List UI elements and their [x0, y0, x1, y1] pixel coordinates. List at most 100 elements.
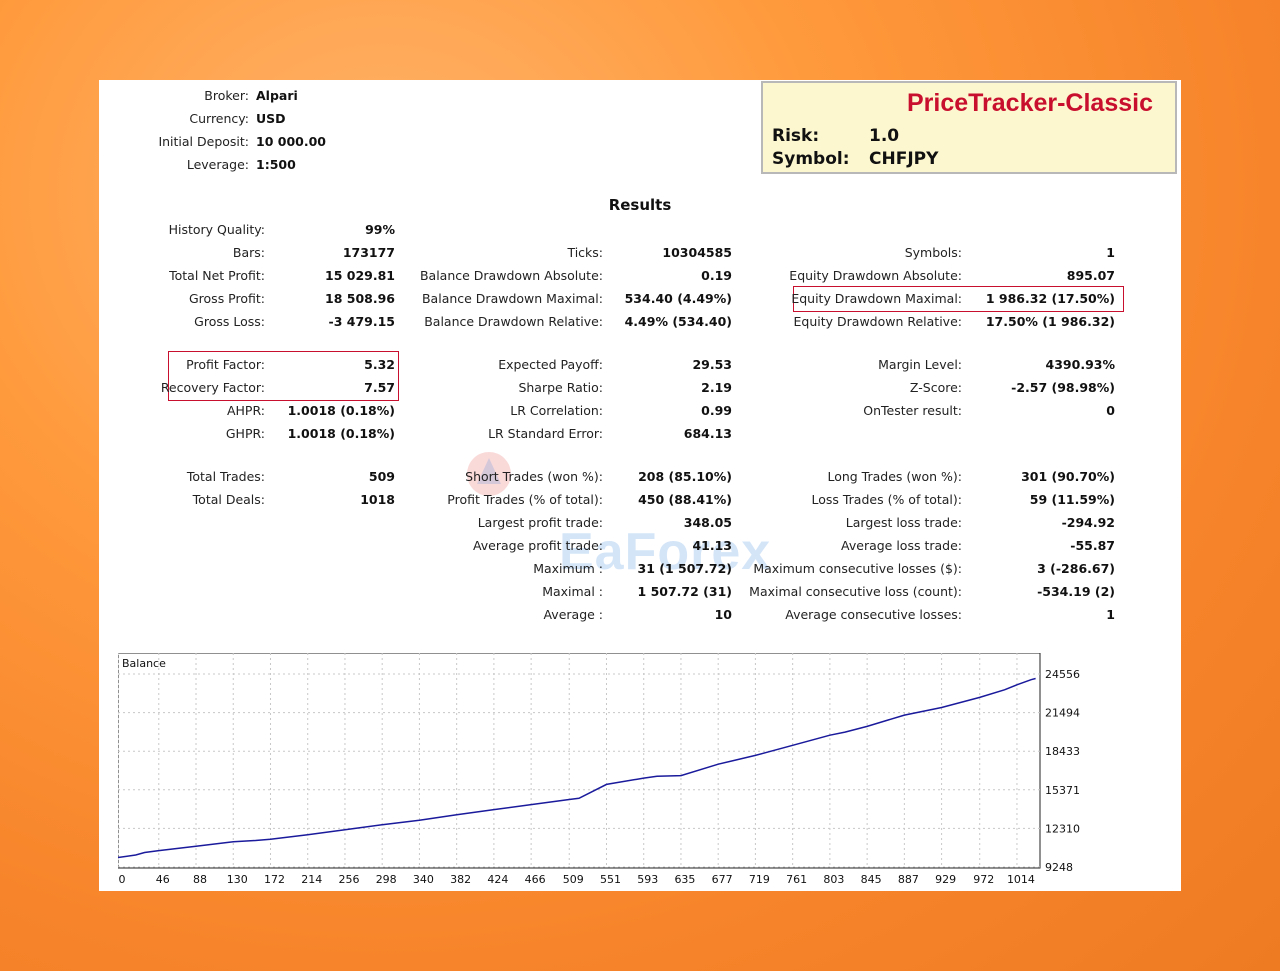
short-trades-value: 208 (85.10%): [638, 469, 732, 484]
ea-info-box: PriceTracker-Classic Risk: 1.0 Symbol: C…: [761, 81, 1177, 174]
strategy-tester-report: Broker: Alpari Currency: USD Initial Dep…: [99, 80, 1181, 891]
recovery-factor-label: Recovery Factor:: [160, 380, 265, 395]
x-tick-label: 466: [525, 873, 546, 886]
x-tick-label: 46: [156, 873, 170, 886]
ahpr-label: AHPR:: [226, 403, 265, 418]
x-tick-label: 340: [413, 873, 434, 886]
x-tick-label: 214: [301, 873, 322, 886]
balance-dd-relative-label: Balance Drawdown Relative:: [424, 314, 603, 329]
average-profit-trade-value: 41.13: [692, 538, 732, 553]
history-quality-label: History Quality:: [168, 222, 265, 237]
short-trades-label: Short Trades (won %):: [465, 469, 603, 484]
long-trades-label: Long Trades (won %):: [827, 469, 962, 484]
net-profit-label: Total Net Profit:: [169, 268, 265, 283]
margin-level-value: 4390.93%: [1045, 357, 1115, 372]
chart-title: Balance: [122, 657, 166, 670]
average-profit-trade-label: Average profit trade:: [472, 538, 603, 553]
x-tick-label: 887: [898, 873, 919, 886]
y-tick-label: 12310: [1045, 822, 1080, 835]
balance-dd-maximal-label: Balance Drawdown Maximal:: [421, 291, 603, 306]
expected-payoff-label: Expected Payoff:: [498, 357, 603, 372]
balance-dd-maximal-value: 534.40 (4.49%): [624, 291, 732, 306]
expected-payoff-value: 29.53: [692, 357, 732, 372]
gross-profit-label: Gross Profit:: [188, 291, 265, 306]
leverage-value: 1:500: [256, 157, 296, 172]
ghpr-value: 1.0018 (0.18%): [287, 426, 395, 441]
equity-dd-absolute-value: 895.07: [1066, 268, 1115, 283]
total-trades-label: Total Trades:: [186, 469, 265, 484]
lr-correlation-label: LR Correlation:: [510, 403, 603, 418]
x-tick-label: 0: [119, 873, 126, 886]
broker-value: Alpari: [256, 88, 298, 103]
symbols-value: 1: [1106, 245, 1115, 260]
maximal-consecutive-profit-label: Maximal :: [542, 584, 603, 599]
profit-factor-value: 5.32: [364, 357, 395, 372]
ticks-value: 10304585: [662, 245, 732, 260]
max-consecutive-losses-value: 3 (-286.67): [1037, 561, 1115, 576]
x-tick-label: 803: [823, 873, 844, 886]
largest-loss-trade-value: -294.92: [1061, 515, 1115, 530]
z-score-value: -2.57 (98.98%): [1011, 380, 1115, 395]
currency-label: Currency:: [189, 111, 249, 126]
leverage-label: Leverage:: [186, 157, 249, 172]
maximum-consecutive-wins-label: Maximum :: [533, 561, 603, 576]
equity-dd-maximal-value: 1 986.32 (17.50%): [985, 291, 1115, 306]
x-tick-label: 88: [193, 873, 207, 886]
initial-deposit-value: 10 000.00: [256, 134, 326, 149]
largest-loss-trade-label: Largest loss trade:: [845, 515, 962, 530]
max-consecutive-losses-label: Maximum consecutive losses ($):: [753, 561, 962, 576]
ghpr-label: GHPR:: [225, 426, 265, 441]
maximum-consecutive-wins-value: 31 (1 507.72): [637, 561, 732, 576]
largest-profit-trade-value: 348.05: [683, 515, 732, 530]
initial-deposit-label: Initial Deposit:: [158, 134, 249, 149]
balance-dd-absolute-value: 0.19: [701, 268, 732, 283]
long-trades-value: 301 (90.70%): [1021, 469, 1115, 484]
x-tick-label: 298: [376, 873, 397, 886]
average-consecutive-wins-label: Average :: [543, 607, 603, 622]
lr-standard-error-label: LR Standard Error:: [488, 426, 603, 441]
currency-value: USD: [256, 111, 286, 126]
broker-label: Broker:: [204, 88, 249, 103]
recovery-factor-value: 7.57: [364, 380, 395, 395]
x-tick-label: 677: [712, 873, 733, 886]
ticks-label: Ticks:: [567, 245, 603, 260]
loss-trades-value: 59 (11.59%): [1029, 492, 1115, 507]
lr-correlation-value: 0.99: [701, 403, 732, 418]
x-tick-label: 761: [786, 873, 807, 886]
x-tick-label: 845: [861, 873, 882, 886]
ahpr-value: 1.0018 (0.18%): [287, 403, 395, 418]
equity-dd-absolute-label: Equity Drawdown Absolute:: [789, 268, 962, 283]
profit-trades-value: 450 (88.41%): [638, 492, 732, 507]
x-tick-label: 130: [227, 873, 248, 886]
gross-loss-value: -3 479.15: [328, 314, 395, 329]
ontester-result-label: OnTester result:: [863, 403, 962, 418]
maximal-consecutive-profit-value: 1 507.72 (31): [637, 584, 732, 599]
equity-dd-maximal-label: Equity Drawdown Maximal:: [791, 291, 962, 306]
loss-trades-label: Loss Trades (% of total):: [811, 492, 962, 507]
x-tick-label: 1014: [1007, 873, 1035, 886]
bars-value: 173177: [342, 245, 395, 260]
y-tick-label: 24556: [1045, 668, 1080, 681]
ea-name: PriceTracker-Classic: [906, 89, 1153, 117]
results-title: Results: [608, 196, 672, 214]
balance-dd-relative-value: 4.49% (534.40): [624, 314, 732, 329]
total-deals-label: Total Deals:: [192, 492, 265, 507]
margin-level-label: Margin Level:: [878, 357, 962, 372]
lr-standard-error-value: 684.13: [683, 426, 732, 441]
symbol-value: CHFJPY: [869, 149, 939, 169]
z-score-label: Z-Score:: [909, 380, 962, 395]
history-quality-value: 99%: [365, 222, 395, 237]
average-loss-trade-value: -55.87: [1070, 538, 1115, 553]
x-tick-label: 256: [338, 873, 359, 886]
x-tick-label: 172: [264, 873, 285, 886]
x-tick-label: 551: [600, 873, 621, 886]
bars-label: Bars:: [232, 245, 265, 260]
risk-value: 1.0: [869, 126, 900, 146]
ontester-result-value: 0: [1106, 403, 1115, 418]
profit-factor-label: Profit Factor:: [186, 357, 265, 372]
x-tick-label: 929: [935, 873, 956, 886]
symbols-label: Symbols:: [904, 245, 962, 260]
average-consecutive-losses-label: Average consecutive losses:: [785, 607, 962, 622]
x-tick-label: 719: [749, 873, 770, 886]
equity-dd-relative-label: Equity Drawdown Relative:: [793, 314, 962, 329]
